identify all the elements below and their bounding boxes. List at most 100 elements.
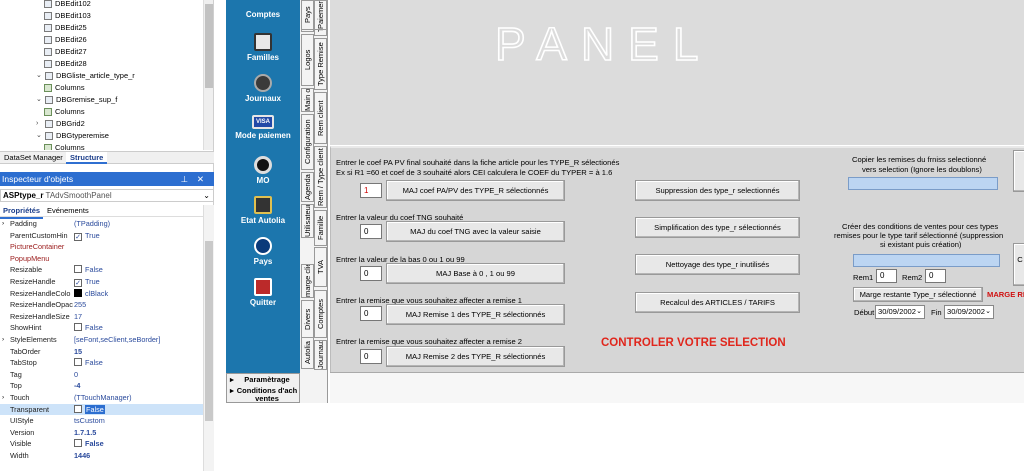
chevron-down-icon[interactable]: ⌄ (985, 306, 991, 318)
nettoyage-button[interactable]: Nettoyage des type_r inutilisés (635, 254, 800, 275)
property-value[interactable]: (TPadding) (74, 218, 110, 229)
property-row[interactable]: Tag 0 (0, 369, 214, 381)
property-row[interactable]: Visible False (0, 438, 214, 450)
tab-dataset-manager[interactable]: DataSet Manager (0, 152, 67, 164)
simplification-button[interactable]: Simplification des type_r sélectionnés (635, 217, 800, 238)
property-value[interactable]: 255 (74, 299, 86, 310)
property-row[interactable]: ResizeHandleColo clBlack (0, 288, 214, 300)
property-row[interactable]: UIStyle tsCustom (0, 415, 214, 427)
vertical-tab[interactable]: Configuration (301, 114, 314, 170)
property-row[interactable]: ResizeHandleOpac 255 (0, 299, 214, 311)
tree-item[interactable]: DBEdit103 (44, 10, 91, 22)
tab-structure[interactable]: Structure (66, 152, 108, 164)
sidebar-bottom-item[interactable]: ▸ Paramètrage (227, 376, 301, 384)
property-row[interactable]: › Touch (TTouchManager) (0, 392, 214, 404)
expand-chevron-icon[interactable]: › (2, 218, 4, 229)
property-row[interactable]: › StyleElements [seFont,seClient,seBorder] (0, 334, 214, 346)
property-value[interactable]: tsCustom (74, 415, 105, 426)
property-row[interactable]: ParentCustomHin ✓ True (0, 230, 214, 242)
vertical-tab[interactable]: Main oeuvre (301, 88, 314, 112)
pin-icon[interactable]: ⊥ (181, 172, 188, 186)
property-row[interactable]: ShowHint False (0, 322, 214, 334)
tab-properties[interactable]: Propriétés (0, 205, 44, 219)
tree-item[interactable]: › DBGrid2 (36, 118, 85, 130)
property-value[interactable]: (TTouchManager) (74, 392, 132, 403)
property-row[interactable]: Version 1.7.1.5 (0, 427, 214, 439)
vertical-tab[interactable]: Agenda (301, 172, 314, 202)
property-value[interactable]: False (74, 404, 105, 415)
coef-input[interactable]: 1 (360, 183, 382, 198)
tree-item[interactable]: Columns (44, 106, 85, 118)
remise2-input[interactable]: 0 (360, 349, 382, 364)
vertical-tab[interactable]: Autolia (301, 337, 314, 369)
checkbox-icon[interactable] (74, 358, 82, 367)
close-icon[interactable]: ✕ (197, 172, 204, 186)
object-selector[interactable]: ASPtype_r TAdvSmoothPanel ⌄ (0, 189, 214, 202)
rem2-cond-input[interactable]: 0 (925, 269, 946, 283)
tree-item[interactable]: DBEdit28 (44, 58, 87, 70)
maj-remise2-button[interactable]: MAJ Remise 2 des TYPE_R sélectionnés (386, 346, 565, 367)
property-row[interactable]: PictureContainer (0, 241, 214, 253)
property-row[interactable]: TabStop False (0, 357, 214, 369)
vertical-tab[interactable]: Journaux (314, 340, 327, 370)
maj-tng-button[interactable]: MAJ du coef TNG avec la valeur saisie (386, 221, 565, 242)
remise1-input[interactable]: 0 (360, 306, 382, 321)
chevron-down-icon[interactable]: ⌄ (36, 70, 42, 82)
expand-chevron-icon[interactable]: › (2, 392, 4, 403)
checked-checkbox-icon[interactable]: ✓ (74, 279, 82, 287)
chevron-down-icon[interactable]: ⌄ (916, 306, 922, 318)
chevron-right-icon[interactable]: › (36, 118, 42, 130)
vertical-tab[interactable]: Comptes (314, 290, 327, 338)
property-value[interactable]: False (74, 264, 103, 275)
recalcul-button[interactable]: Recalcul des ARTICLES / TARIFS (635, 292, 800, 313)
vertical-tab[interactable]: Famille (314, 210, 327, 246)
property-value[interactable]: 0 (74, 369, 78, 380)
property-value[interactable]: 15 (74, 346, 82, 357)
property-row[interactable]: Resizable False (0, 264, 214, 276)
create-conditions-button[interactable] (853, 254, 1000, 267)
chevron-right-icon[interactable]: ▸ (230, 376, 234, 384)
tree-item[interactable]: Columns (44, 142, 85, 150)
property-row[interactable]: › Padding (TPadding) (0, 218, 214, 230)
vertical-tab[interactable]: Divers (301, 300, 314, 338)
sidebar-item[interactable]: Quitter (226, 278, 300, 307)
property-value[interactable]: 1.7.1.5 (74, 427, 96, 438)
property-row[interactable]: ResizeHandleSize 17 (0, 311, 214, 323)
property-value[interactable]: False (74, 438, 104, 449)
maj-remise1-button[interactable]: MAJ Remise 1 des TYPE_R sélectionnés (386, 304, 565, 325)
tree-item[interactable]: ⌄ DBGremise_sup_f (36, 94, 117, 106)
maj-base-button[interactable]: MAJ Base à 0 , 1 ou 99 (386, 263, 565, 284)
property-value[interactable]: ✓ True (74, 230, 100, 241)
chevron-down-icon[interactable]: ⌄ (36, 94, 42, 106)
maj-coef-button[interactable]: MAJ coef PA/PV des TYPE_R sélectionnés (386, 180, 565, 201)
sidebar-item[interactable]: Journaux (226, 74, 300, 103)
checkbox-icon[interactable] (74, 323, 82, 332)
property-value[interactable]: [seFont,seClient,seBorder] (74, 334, 160, 345)
vertical-tab[interactable]: Pays (301, 0, 314, 30)
checked-checkbox-icon[interactable]: ✓ (74, 232, 82, 241)
checkbox-icon[interactable] (74, 404, 82, 413)
tree-item[interactable]: DBEdit25 (44, 22, 87, 34)
debut-date-picker[interactable]: 30/09/2002 ⌄ (875, 305, 925, 319)
sidebar-item[interactable]: MO (226, 156, 300, 185)
property-value[interactable]: 1446 (74, 450, 90, 461)
property-row[interactable]: TabOrder 15 (0, 346, 214, 358)
side-button-top[interactable] (1013, 150, 1024, 192)
tree-scrollbar-thumb[interactable] (205, 4, 213, 88)
sidebar-item[interactable]: VISA Mode paiemen (226, 115, 300, 140)
vertical-tab[interactable]: Rem / Type client (314, 146, 327, 208)
copy-remises-button[interactable] (848, 177, 998, 190)
property-row[interactable]: Top -4 (0, 380, 214, 392)
tng-input[interactable]: 0 (360, 224, 382, 239)
tree-scrollbar[interactable] (203, 0, 213, 150)
rem1-cond-input[interactable]: 0 (876, 269, 897, 283)
vertical-tab[interactable]: Paiement (314, 0, 327, 30)
tree-item[interactable]: Columns (44, 82, 85, 94)
tree-item[interactable]: ⌄ DBGliste_article_type_r (36, 70, 135, 82)
inspector-scrollbar[interactable] (203, 205, 214, 471)
tree-item[interactable]: DBEdit26 (44, 34, 87, 46)
sidebar-item[interactable]: Pays (226, 237, 300, 266)
tab-events[interactable]: Evénements (44, 205, 92, 217)
property-value[interactable]: -4 (74, 380, 81, 391)
vertical-tab[interactable]: Logos (301, 34, 314, 86)
